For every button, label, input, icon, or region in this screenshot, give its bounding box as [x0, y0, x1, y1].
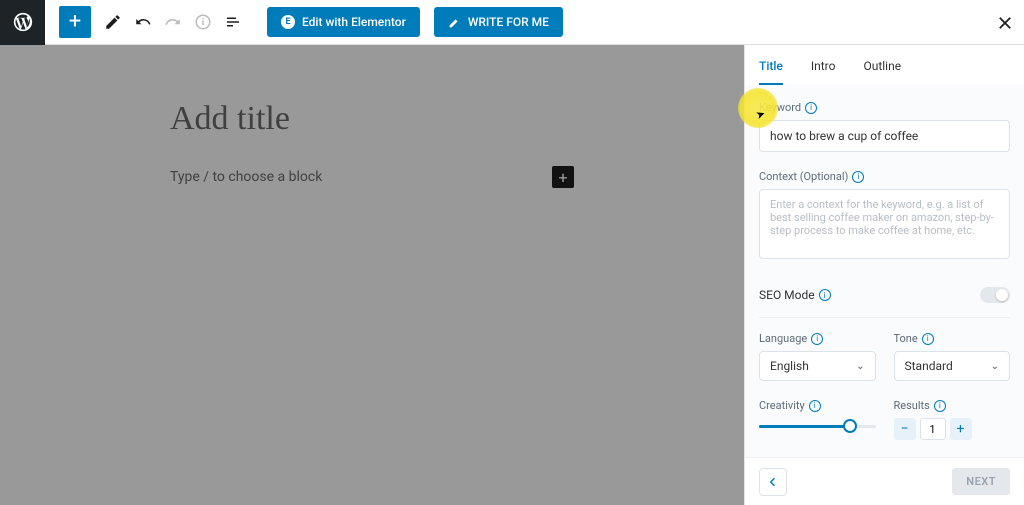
results-increment-button[interactable]: + [950, 418, 972, 440]
post-title-input[interactable]: Add title [170, 100, 574, 138]
keyword-label: Keyword i [759, 101, 1010, 114]
add-block-button[interactable]: + [59, 6, 91, 38]
seo-mode-label: SEO Mode i [759, 288, 831, 302]
results-value[interactable]: 1 [920, 418, 946, 440]
language-select[interactable]: English ⌄ [759, 351, 876, 381]
next-button[interactable]: NEXT [952, 468, 1010, 495]
wordpress-icon [12, 11, 34, 33]
document-outline-button[interactable] [219, 0, 247, 45]
seo-info-icon[interactable]: i [819, 289, 831, 301]
tab-title[interactable]: Title [759, 59, 783, 85]
block-inserter-row: Type / to choose a block + [170, 166, 574, 188]
results-decrement-button[interactable]: − [894, 418, 916, 440]
close-drawer-button[interactable] [996, 14, 1014, 32]
chevron-left-icon [767, 476, 779, 488]
chevron-down-icon: ⌄ [991, 361, 999, 372]
redo-icon [164, 13, 182, 31]
edit-with-elementor-button[interactable]: E Edit with Elementor [267, 7, 420, 37]
edit-mode-button[interactable] [99, 0, 127, 45]
creativity-info-icon[interactable]: i [809, 400, 821, 412]
wordpress-logo[interactable] [0, 0, 45, 45]
tab-intro[interactable]: Intro [811, 59, 836, 85]
context-label: Context (Optional) i [759, 170, 1010, 183]
tone-label: Tone i [894, 332, 1011, 345]
pen-icon [448, 16, 461, 29]
top-toolbar: + E Edit with Elementor WRITE FOR ME [0, 0, 1024, 45]
close-icon [998, 16, 1012, 30]
block-editor: Add title Type / to choose a block + [0, 45, 744, 505]
chevron-down-icon: ⌄ [856, 361, 864, 372]
context-info-icon[interactable]: i [852, 171, 864, 183]
toolbar-icon-group [99, 0, 247, 45]
inline-add-block-button[interactable]: + [552, 166, 574, 188]
language-label: Language i [759, 332, 876, 345]
results-stepper: − 1 + [894, 418, 1011, 440]
undo-button[interactable] [129, 0, 157, 45]
context-input[interactable] [759, 189, 1010, 259]
results-info-icon[interactable]: i [934, 400, 946, 412]
creativity-label: Creativity i [759, 399, 876, 412]
results-label: Results i [894, 399, 1011, 412]
write-for-me-button[interactable]: WRITE FOR ME [434, 7, 563, 37]
tone-info-icon[interactable]: i [922, 333, 934, 345]
tab-outline[interactable]: Outline [863, 59, 901, 85]
undo-icon [134, 13, 152, 31]
block-placeholder-text[interactable]: Type / to choose a block [170, 169, 322, 185]
info-button[interactable] [189, 0, 217, 45]
drawer-footer: NEXT [745, 457, 1024, 505]
tone-select[interactable]: Standard ⌄ [894, 351, 1011, 381]
list-icon [224, 13, 242, 31]
back-button[interactable] [759, 468, 787, 496]
keyword-info-icon[interactable]: i [805, 102, 817, 114]
info-icon [194, 13, 212, 31]
creativity-slider[interactable] [759, 418, 876, 434]
genie-drawer: genie Title Intro Outline Keyword i Cont… [744, 45, 1024, 505]
write-for-me-label: WRITE FOR ME [468, 15, 549, 29]
pencil-icon [104, 13, 122, 31]
seo-mode-toggle[interactable] [980, 287, 1010, 303]
edit-with-elementor-label: Edit with Elementor [302, 15, 406, 29]
keyword-input[interactable] [759, 120, 1010, 152]
redo-button[interactable] [159, 0, 187, 45]
elementor-icon: E [281, 15, 295, 29]
language-info-icon[interactable]: i [811, 333, 823, 345]
drawer-tabs: Title Intro Outline [745, 45, 1024, 85]
